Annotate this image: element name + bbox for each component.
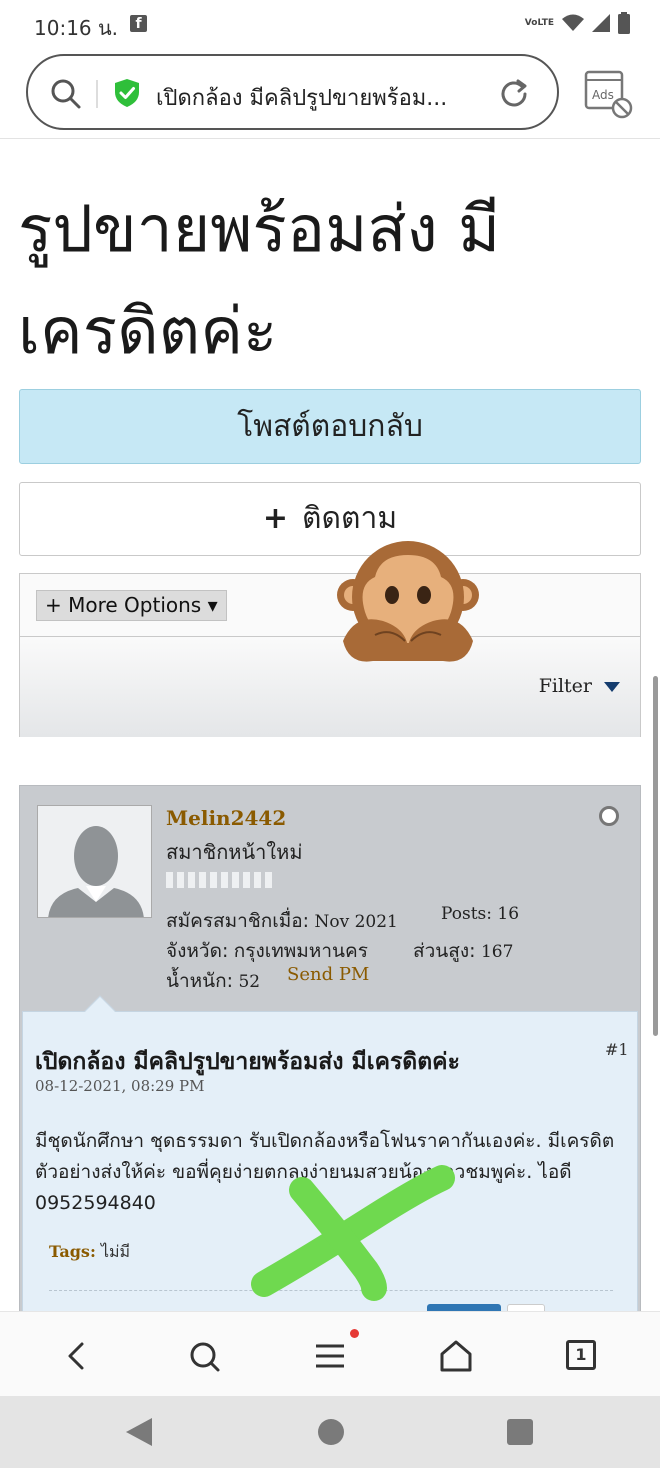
- status-time: 10:16 น.: [34, 16, 119, 40]
- wifi-icon: [562, 14, 584, 31]
- tabs-button[interactable]: 1: [560, 1334, 604, 1378]
- facebook-notification-icon: f: [130, 15, 147, 32]
- signal-icon: [592, 14, 610, 32]
- url-text[interactable]: เปิดกล้อง มีคลิปรูปขายพร้อม...: [156, 80, 496, 115]
- post-number-link[interactable]: #1: [605, 1040, 629, 1059]
- tags-value: ไม่มี: [100, 1242, 131, 1261]
- post-divider: [49, 1290, 613, 1291]
- back-icon[interactable]: [56, 1334, 100, 1378]
- avatar[interactable]: [37, 805, 152, 918]
- scrollbar-thumb[interactable]: [653, 676, 658, 1036]
- page-content[interactable]: รูปขายพร้อมส่ง มีเครดิตค่ะ โพสต์ตอบกลับ …: [0, 139, 660, 1311]
- follow-label: ติดตาม: [302, 501, 398, 536]
- offline-status-icon: [599, 806, 619, 826]
- system-home-icon[interactable]: [317, 1418, 345, 1446]
- post-tags: Tags: ไม่มี: [49, 1240, 130, 1265]
- like-button[interactable]: [427, 1304, 501, 1311]
- browser-bottom-bar: 1: [0, 1311, 660, 1396]
- status-bar: 10:16 น. f VoLTE: [0, 0, 660, 50]
- filter-button[interactable]: Filter: [539, 675, 620, 697]
- ads-block-icon[interactable]: Ads: [584, 70, 634, 120]
- ads-label: Ads: [592, 88, 614, 102]
- post-message: มีชุดนักศึกษา ชุดธรรมดา รับเปิดกล้องหรือ…: [35, 1130, 615, 1214]
- join-date: สมัครสมาชิกเมื่อ: Nov 2021: [166, 910, 398, 932]
- shield-check-icon[interactable]: [114, 78, 140, 108]
- thread-options: + More Options ▾ Filter: [19, 573, 641, 737]
- filter-label: Filter: [538, 675, 592, 697]
- system-navigation-bar: [0, 1396, 660, 1468]
- weight-info: น้ำหนัก: 52: [166, 970, 261, 992]
- thread-title: รูปขายพร้อมส่ง มีเครดิตค่ะ: [18, 193, 501, 369]
- system-back-icon[interactable]: [124, 1416, 154, 1448]
- user-rank: สมาชิกหน้าใหม่: [166, 840, 303, 864]
- user-silhouette-icon: [48, 826, 144, 917]
- notification-dot: [350, 1329, 359, 1338]
- follow-button[interactable]: + ติดตาม: [19, 482, 641, 556]
- send-pm-link[interactable]: Send PM: [287, 964, 369, 985]
- tabs-icon: 1: [566, 1340, 596, 1370]
- reputation-bar: [166, 872, 272, 888]
- post-title: เปิดกล้อง มีคลิปรูปขายพร้อมส่ง มีเครดิตค…: [35, 1049, 460, 1075]
- post-body: เปิดกล้อง มีคลิปรูปขายพร้อมส่ง มีเครดิตค…: [22, 995, 638, 1311]
- reload-icon[interactable]: [498, 78, 530, 110]
- search-icon[interactable]: [50, 78, 82, 110]
- see-no-evil-monkey-icon: [337, 541, 479, 662]
- address-bar[interactable]: เปิดกล้อง มีคลิปรูปขายพร้อม...: [26, 54, 559, 130]
- search-icon[interactable]: [182, 1334, 226, 1378]
- status-icons: VoLTE: [525, 12, 630, 34]
- post-pointer: [84, 995, 116, 1027]
- filter-bar: Filter: [20, 636, 640, 737]
- address-divider: [96, 80, 98, 108]
- more-options-button[interactable]: + More Options ▾: [36, 590, 227, 621]
- home-icon[interactable]: [434, 1334, 478, 1378]
- post-count: Posts: 16: [441, 904, 520, 924]
- post-reply-button[interactable]: โพสต์ตอบกลับ: [19, 389, 641, 464]
- system-recents-icon[interactable]: [506, 1418, 534, 1446]
- caret-down-icon: [604, 682, 620, 692]
- volte-icon: VoLTE: [524, 17, 554, 28]
- post: Melin2442 สมาชิกหน้าใหม่ สมัครสมาชิกเมื่…: [19, 785, 641, 1311]
- province: จังหวัด: กรุงเทพมหานคร: [166, 940, 368, 962]
- post-date: 08-12-2021, 08:29 PM: [35, 1077, 205, 1095]
- battery-icon: [618, 12, 630, 34]
- menu-icon[interactable]: [308, 1334, 352, 1378]
- follow-plus-icon: +: [262, 501, 289, 536]
- tags-label: Tags:: [49, 1242, 96, 1261]
- height-info: ส่วนสูง: 167: [413, 940, 514, 962]
- username-link[interactable]: Melin2442: [166, 806, 286, 830]
- share-button[interactable]: [507, 1304, 545, 1311]
